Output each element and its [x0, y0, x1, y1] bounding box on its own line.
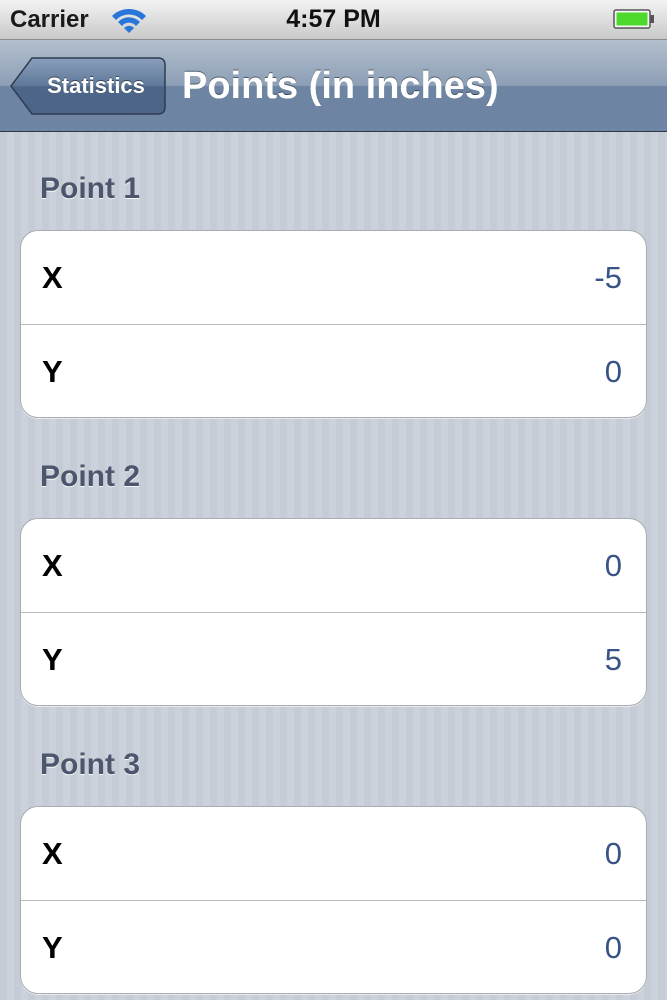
battery-icon	[613, 9, 655, 29]
row-label: X	[42, 548, 63, 583]
table-row[interactable]: X 0	[21, 519, 646, 612]
row-label: Y	[42, 930, 63, 965]
table-row[interactable]: Y 5	[21, 612, 646, 705]
row-label: Y	[42, 642, 63, 677]
status-bar: Carrier 4:57 PM	[0, 0, 667, 40]
table-row[interactable]: X -5	[21, 231, 646, 324]
back-button-label: Statistics	[47, 73, 145, 98]
row-value: 0	[604, 354, 622, 389]
row-value: 0	[604, 836, 622, 871]
table-row[interactable]: Y 0	[21, 900, 646, 993]
navigation-bar: Statistics Points (in inches)	[0, 40, 667, 132]
row-value: 0	[604, 930, 622, 965]
row-label: X	[42, 836, 63, 871]
table-row[interactable]: Y 0	[21, 324, 646, 417]
status-time: 4:57 PM	[286, 5, 381, 33]
point-3-group: X 0 Y 0	[20, 806, 647, 994]
section-header-point-1: Point 1	[40, 172, 141, 205]
row-value: 5	[604, 642, 622, 677]
section-header-point-3: Point 3	[40, 748, 141, 781]
section-header-point-2: Point 2	[40, 460, 141, 493]
row-label: Y	[42, 354, 63, 389]
point-2-group: X 0 Y 5	[20, 518, 647, 706]
point-1-group: X -5 Y 0	[20, 230, 647, 418]
row-label: X	[42, 260, 63, 295]
page-title: Points (in inches)	[182, 65, 499, 107]
table-row[interactable]: X 0	[21, 807, 646, 900]
row-value: -5	[594, 260, 622, 295]
row-value: 0	[604, 548, 622, 583]
back-button-statistics[interactable]: Statistics	[10, 57, 166, 115]
